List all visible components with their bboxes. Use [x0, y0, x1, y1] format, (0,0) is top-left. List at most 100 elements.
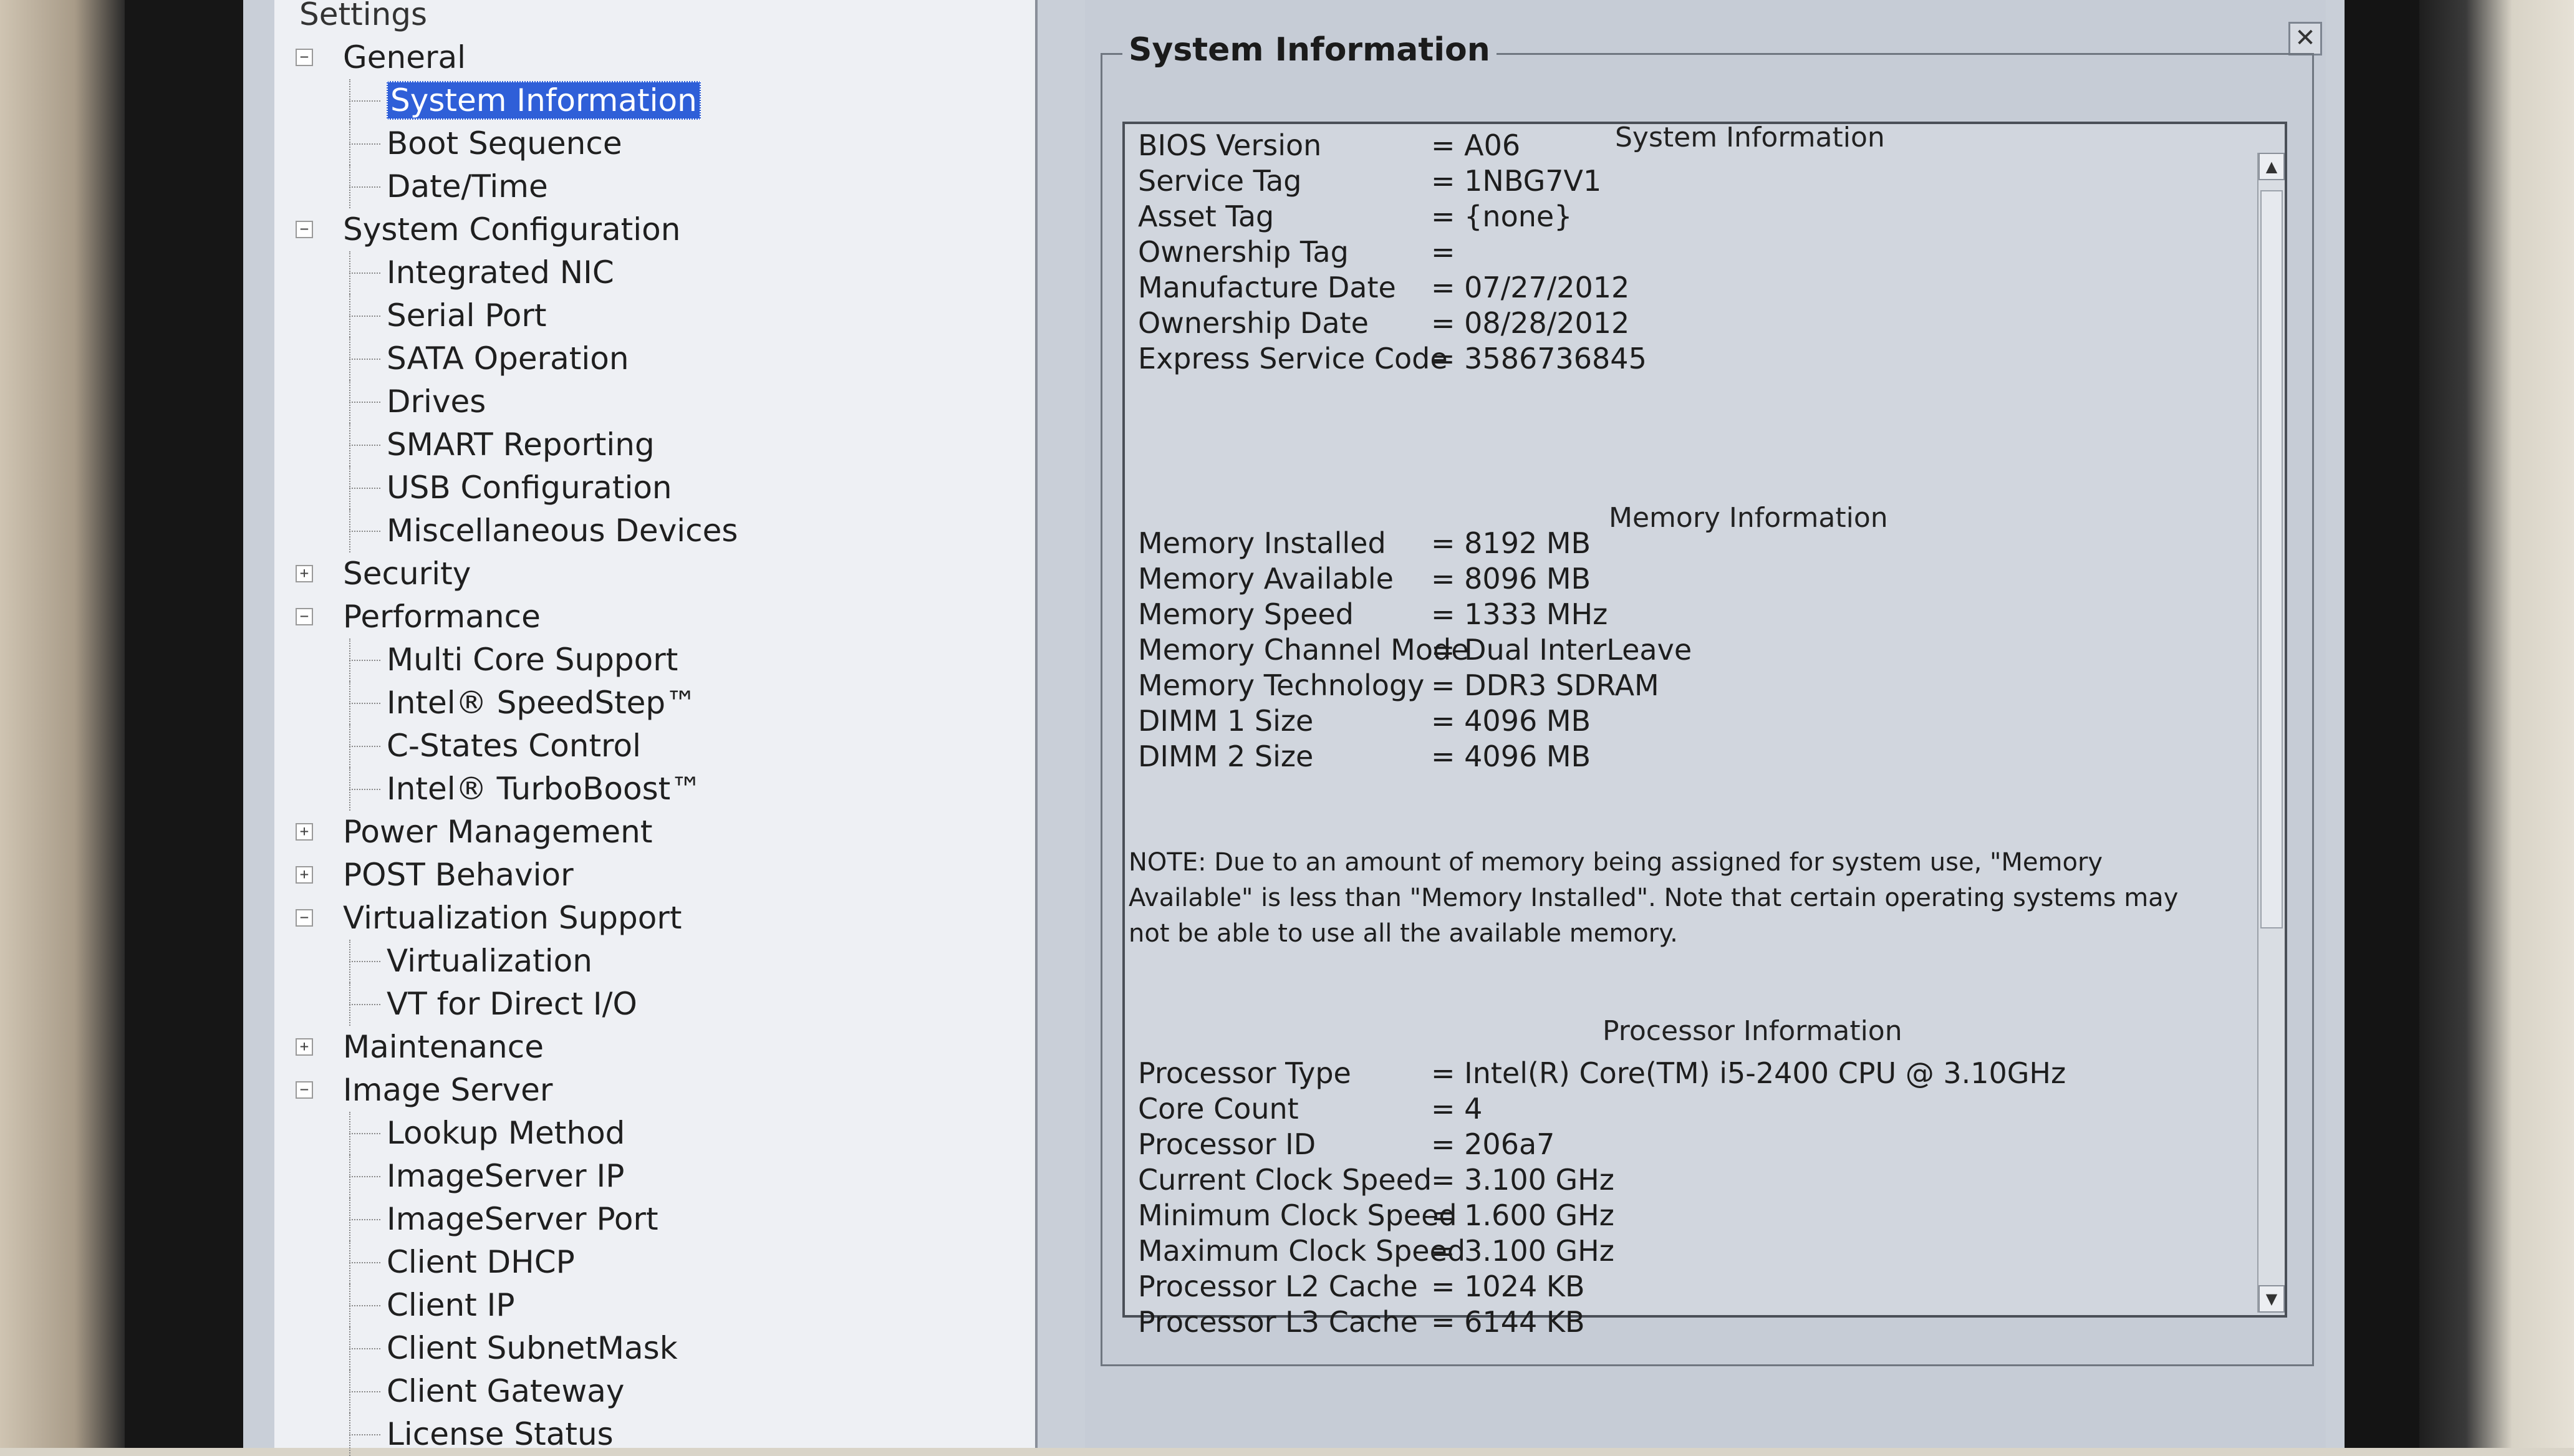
- info-key: Minimum Clock Speed: [1138, 1198, 1457, 1232]
- info-key: Memory Installed: [1138, 526, 1386, 560]
- collapse-minus-icon[interactable]: −: [296, 49, 313, 66]
- info-key: Ownership Date: [1138, 306, 1369, 340]
- tree-item[interactable]: Client SubnetMask: [287, 1327, 1023, 1370]
- info-value: = Dual InterLeave: [1431, 633, 1692, 667]
- memory-note: NOTE: Due to an amount of memory being a…: [1129, 848, 2179, 948]
- expand-plus-icon[interactable]: +: [296, 1038, 313, 1056]
- info-key: Processor L3 Cache: [1138, 1305, 1418, 1339]
- scroll-thumb[interactable]: [2260, 190, 2283, 928]
- info-value: = A06: [1431, 128, 1521, 162]
- tree-item-label: SMART Reporting: [387, 427, 655, 463]
- tree-item[interactable]: VT for Direct I/O: [287, 983, 1023, 1026]
- tree-item[interactable]: Miscellaneous Devices: [287, 509, 1023, 552]
- group-title: System Information: [1122, 31, 1497, 69]
- tree-item[interactable]: Date/Time: [287, 165, 1023, 208]
- tree-item-label: Client SubnetMask: [387, 1330, 678, 1366]
- monitor-bezel-right: [2345, 0, 2426, 1448]
- tree-item-label: ImageServer Port: [387, 1201, 658, 1237]
- tree-item[interactable]: + Power Management: [287, 811, 1023, 854]
- info-value: = 4: [1431, 1092, 1483, 1126]
- tree-item[interactable]: + Maintenance: [287, 1026, 1023, 1069]
- tree-item[interactable]: − General: [287, 36, 1023, 79]
- tree-item-label: Integrated NIC: [387, 254, 614, 291]
- system-info-row: Asset Tag = {none}: [1138, 199, 1572, 234]
- tree-item-label: Client IP: [387, 1287, 515, 1323]
- tree-item[interactable]: Integrated NIC: [287, 251, 1023, 294]
- info-value: = 3586736845: [1431, 342, 1647, 375]
- info-value: = 8192 MB: [1431, 526, 1591, 560]
- expand-plus-icon[interactable]: +: [296, 866, 313, 884]
- system-info-row: Ownership Date = 08/28/2012: [1138, 306, 1629, 340]
- tree-item-label: Power Management: [343, 814, 653, 850]
- tree-item-label: Multi Core Support: [387, 642, 678, 678]
- tree-item[interactable]: − Image Server: [287, 1069, 1023, 1112]
- info-key: Maximum Clock Speed: [1138, 1234, 1466, 1268]
- info-key: Asset Tag: [1138, 200, 1275, 233]
- collapse-minus-icon[interactable]: −: [296, 1081, 313, 1099]
- info-value: =: [1431, 235, 1455, 269]
- system-info-row: Ownership Tag =: [1138, 234, 1455, 269]
- system-info-row: Service Tag = 1NBG7V1: [1138, 163, 1601, 198]
- tree-item[interactable]: − Virtualization Support: [287, 897, 1023, 940]
- tree-item[interactable]: System Information: [287, 79, 1023, 122]
- tree-item[interactable]: SATA Operation: [287, 337, 1023, 380]
- info-value: = 4096 MB: [1431, 704, 1591, 738]
- tree-item-label: Client Gateway: [387, 1373, 625, 1409]
- tree-item[interactable]: Client DHCP: [287, 1241, 1023, 1284]
- tree-item-label: Virtualization: [387, 943, 592, 979]
- tree-item-label: Intel® SpeedStep™: [387, 685, 697, 721]
- collapse-minus-icon[interactable]: −: [296, 909, 313, 927]
- tree-item[interactable]: Serial Port: [287, 294, 1023, 337]
- tree-item[interactable]: Client IP: [287, 1284, 1023, 1327]
- processor-info-heading: Processor Information: [1603, 1015, 1902, 1047]
- tree-item[interactable]: Intel® SpeedStep™: [287, 682, 1023, 725]
- collapse-minus-icon[interactable]: −: [296, 221, 313, 238]
- tree-item-label: SATA Operation: [387, 340, 629, 377]
- info-key: Memory Available: [1138, 562, 1394, 595]
- tree-item[interactable]: USB Configuration: [287, 466, 1023, 509]
- expand-plus-icon[interactable]: +: [296, 565, 313, 582]
- tree-item[interactable]: Drives: [287, 380, 1023, 423]
- collapse-minus-icon[interactable]: −: [296, 608, 313, 625]
- info-value: = DDR3 SDRAM: [1431, 668, 1659, 702]
- memory-info-heading: Memory Information: [1609, 502, 1888, 534]
- info-key: DIMM 1 Size: [1138, 704, 1314, 738]
- tree-item[interactable]: Multi Core Support: [287, 639, 1023, 682]
- info-key: Ownership Tag: [1138, 235, 1349, 269]
- vertical-scrollbar[interactable]: ▲ ▼: [2257, 153, 2285, 1313]
- info-value: = 8096 MB: [1431, 562, 1591, 595]
- memory-info-row: Memory Available = 8096 MB: [1138, 561, 1591, 596]
- tree-item[interactable]: − System Configuration: [287, 208, 1023, 251]
- info-value: = 4096 MB: [1431, 740, 1591, 773]
- tree-item[interactable]: C-States Control: [287, 725, 1023, 768]
- info-value: = 1NBG7V1: [1431, 164, 1602, 198]
- tree-item[interactable]: Virtualization: [287, 940, 1023, 983]
- scroll-up-arrow-icon[interactable]: ▲: [2258, 153, 2285, 180]
- info-key: Express Service Code: [1138, 342, 1448, 375]
- tree-item[interactable]: Boot Sequence: [287, 122, 1023, 165]
- processor-info-row: Processor L2 Cache = 1024 KB: [1138, 1269, 1585, 1304]
- memory-info-row: DIMM 2 Size = 4096 MB: [1138, 739, 1591, 774]
- tree-item[interactable]: + Security: [287, 552, 1023, 595]
- tree-item[interactable]: ImageServer IP: [287, 1155, 1023, 1198]
- info-value: = 08/28/2012: [1431, 306, 1630, 340]
- tree-item-label: Miscellaneous Devices: [387, 513, 738, 549]
- background-right: [2419, 0, 2574, 1448]
- tree-item[interactable]: Client Gateway: [287, 1370, 1023, 1413]
- scroll-down-arrow-icon[interactable]: ▼: [2258, 1285, 2285, 1313]
- tree-item[interactable]: SMART Reporting: [287, 423, 1023, 466]
- tree-item[interactable]: Intel® TurboBoost™: [287, 768, 1023, 811]
- info-value: = 1.600 GHz: [1431, 1198, 1614, 1232]
- tree-item[interactable]: ImageServer Port: [287, 1198, 1023, 1241]
- tree-item[interactable]: Lookup Method: [287, 1112, 1023, 1155]
- processor-info-row: Core Count = 4: [1138, 1091, 1482, 1126]
- close-button[interactable]: ✕: [2288, 22, 2322, 55]
- tree-item[interactable]: − Performance: [287, 595, 1023, 639]
- expand-plus-icon[interactable]: +: [296, 823, 313, 841]
- memory-info-row: DIMM 1 Size = 4096 MB: [1138, 703, 1591, 738]
- memory-info-row: Memory Technology = DDR3 SDRAM: [1138, 668, 1659, 703]
- info-value: = 3.100 GHz: [1431, 1163, 1614, 1197]
- background-left: [0, 0, 125, 1448]
- tree-item[interactable]: + POST Behavior: [287, 854, 1023, 897]
- tree-item[interactable]: License Status: [287, 1413, 1023, 1456]
